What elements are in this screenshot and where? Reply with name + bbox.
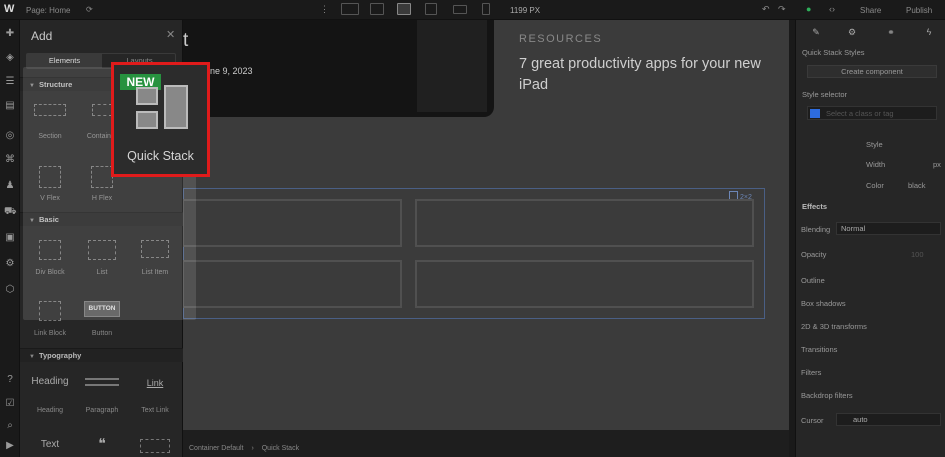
audit-icon[interactable]: ☑	[4, 398, 16, 410]
transitions-label[interactable]: Transitions	[801, 345, 837, 354]
create-component-button[interactable]: Create component	[807, 65, 937, 78]
selector-placeholder: Select a class or tag	[826, 109, 894, 118]
status-check-icon: ●	[806, 4, 812, 14]
preview-icon[interactable]: ⟳	[86, 5, 93, 14]
style-selector-label: Style selector	[802, 90, 848, 99]
section-typography[interactable]: ▼ Typography	[20, 348, 183, 362]
webflow-designer: W Page: Home ⟳ ⋮ 1199 PX ↶ ↷ ● ‹› Share …	[0, 0, 945, 457]
quote-icon: ❝	[98, 435, 106, 451]
brush-icon[interactable]: ✎	[811, 27, 821, 37]
design-canvas[interactable]: t ne 9, 2023 RESOURCES 7 great productiv…	[183, 20, 789, 430]
ecommerce-icon[interactable]: ⛟	[4, 206, 17, 218]
breadcrumb: Container Default › Quick Stack	[183, 440, 789, 457]
stack-cell[interactable]	[415, 260, 754, 308]
share-button[interactable]: Share	[860, 6, 881, 15]
blog-card[interactable]: t ne 9, 2023	[183, 20, 494, 117]
element-text[interactable]: Text	[28, 433, 72, 457]
stack-cell[interactable]	[183, 260, 402, 308]
box-shadows-label[interactable]: Box shadows	[801, 299, 846, 308]
code-icon[interactable]: ‹›	[829, 4, 835, 14]
quick-stack-card[interactable]: NEW Quick Stack	[111, 62, 210, 177]
components-icon[interactable]: ◈	[4, 52, 16, 64]
width-unit[interactable]: px	[933, 160, 941, 169]
quick-stack-icon	[164, 85, 188, 129]
backdrop-filters-label[interactable]: Backdrop filters	[801, 391, 853, 400]
category-label: RESOURCES	[519, 33, 603, 45]
breakpoint-mobile-icon[interactable]	[482, 3, 490, 15]
opacity-label: Opacity	[801, 250, 827, 259]
card-date: ne 9, 2023	[210, 66, 253, 76]
element-text-link[interactable]: Link Text Link	[133, 372, 177, 416]
users-icon[interactable]: ♟	[4, 180, 16, 192]
rich-text-icon	[140, 439, 170, 453]
element-heading[interactable]: Heading Heading	[28, 372, 72, 416]
cursor-label: Cursor	[801, 416, 824, 425]
style-panel: ✎ ⚙ ⚭ ϟ Quick Stack Styles Create compon…	[795, 20, 945, 457]
navigator-icon[interactable]: ☰	[4, 76, 16, 88]
add-icon[interactable]: ✚	[4, 28, 16, 40]
interactions-icon[interactable]: ⚭	[886, 27, 896, 37]
cursor-select[interactable]: auto	[836, 413, 941, 426]
tag-icon	[810, 109, 820, 118]
help-icon[interactable]: ?	[4, 374, 16, 386]
styles-title: Quick Stack Styles	[802, 48, 865, 57]
breadcrumb-quick-stack[interactable]: Quick Stack	[262, 445, 299, 452]
element-blockquote[interactable]: ❝	[80, 433, 124, 457]
element-paragraph[interactable]: Paragraph	[80, 372, 124, 416]
breakpoint-desktop-icon[interactable]	[370, 3, 384, 15]
close-icon[interactable]: ✕	[166, 28, 175, 41]
breakpoint-large-icon[interactable]	[341, 3, 359, 15]
breakpoint-base-icon[interactable]	[397, 3, 411, 15]
apps-icon[interactable]: ⬡	[4, 284, 16, 296]
breakpoint-tablet-icon[interactable]	[425, 3, 437, 15]
quick-stack-element[interactable]: 2×2	[183, 188, 765, 319]
assets-icon[interactable]: ▣	[4, 232, 16, 244]
chevron-down-icon: ▼	[29, 354, 35, 360]
color-value[interactable]: black	[908, 181, 926, 190]
logic-icon[interactable]: ⌘	[4, 154, 16, 166]
style-selector-input[interactable]: Select a class or tag	[807, 106, 937, 120]
opacity-value[interactable]: 100	[911, 250, 924, 259]
webflow-logo[interactable]: W	[4, 3, 14, 15]
card-title: t	[183, 30, 189, 51]
color-label: Color	[866, 181, 884, 190]
stack-cell[interactable]	[415, 199, 754, 247]
style-label: Style	[866, 140, 883, 149]
left-toolbar: ✚ ◈ ☰ ▤ ◎ ⌘ ♟ ⛟ ▣ ⚙ ⬡ ? ☑ ⌕ ▶	[0, 20, 20, 457]
transforms-label[interactable]: 2D & 3D transforms	[801, 322, 867, 331]
page-selector[interactable]: Page: Home	[26, 6, 70, 15]
filters-label[interactable]: Filters	[801, 368, 821, 377]
redo-icon[interactable]: ↷	[778, 4, 786, 15]
top-toolbar: W Page: Home ⟳ ⋮ 1199 PX ↶ ↷ ● ‹› Share …	[0, 0, 945, 20]
gear-icon[interactable]: ⚙	[847, 27, 857, 37]
blending-label: Blending	[801, 225, 831, 234]
quick-stack-icon	[136, 87, 158, 105]
breadcrumb-container[interactable]: Container Default	[189, 445, 243, 452]
blending-select[interactable]: Normal	[836, 222, 941, 235]
outline-label: Outline	[801, 276, 825, 285]
card-image	[417, 20, 487, 112]
effects-heading[interactable]: Effects	[802, 202, 827, 211]
lightning-icon[interactable]: ϟ	[924, 27, 934, 37]
width-label: Width	[866, 160, 886, 169]
search-icon[interactable]: ⌕	[4, 420, 16, 432]
breakpoint-landscape-icon[interactable]	[453, 5, 467, 14]
video-icon[interactable]: ▶	[4, 440, 16, 452]
add-panel-title: Add	[31, 29, 53, 43]
publish-button[interactable]: Publish	[906, 6, 932, 15]
article-headline: 7 great productivity apps for your new i…	[519, 56, 761, 93]
cms-icon[interactable]: ◎	[4, 130, 16, 142]
breadcrumb-separator: ›	[251, 445, 254, 452]
pages-icon[interactable]: ▤	[4, 100, 16, 112]
stack-cell[interactable]	[183, 199, 402, 247]
settings-icon[interactable]: ⚙	[4, 258, 16, 270]
quick-stack-label: Quick Stack	[127, 149, 194, 163]
undo-icon[interactable]: ↶	[762, 4, 770, 15]
tab-elements[interactable]: Elements	[27, 54, 102, 68]
more-icon[interactable]: ⋮	[320, 4, 329, 15]
canvas-width-readout: 1199 PX	[510, 6, 541, 15]
element-rich-text[interactable]	[133, 433, 177, 457]
quick-stack-icon	[136, 111, 158, 129]
